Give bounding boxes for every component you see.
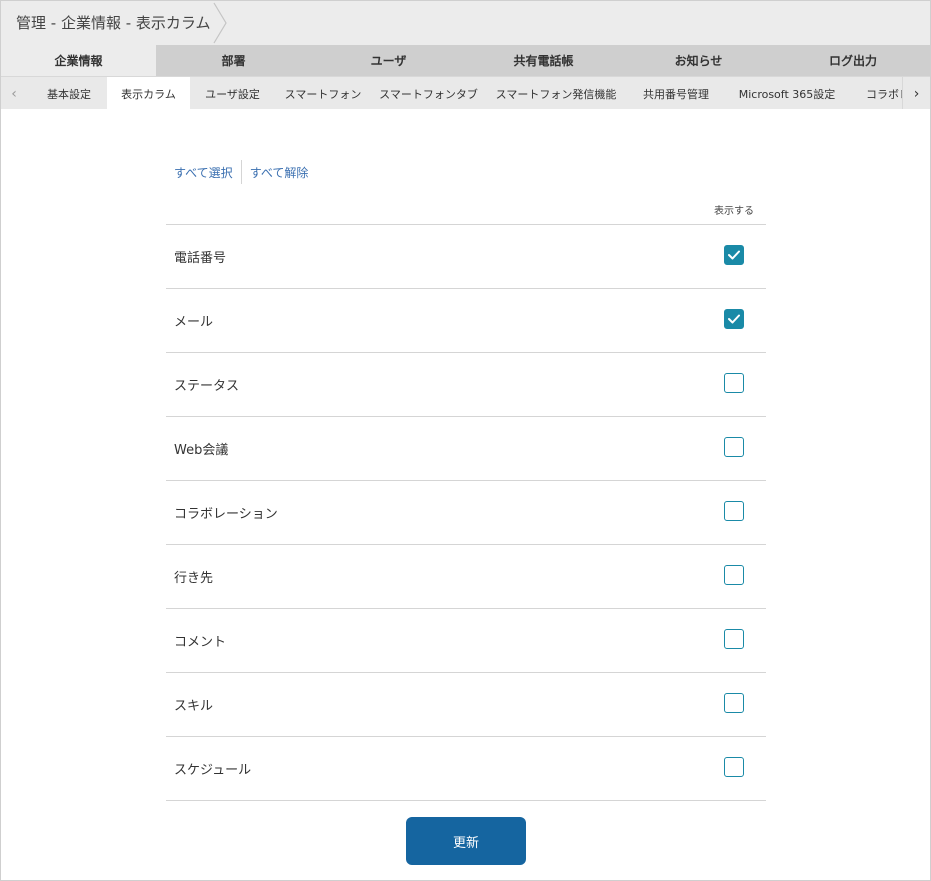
row-label: Web会議 (174, 443, 229, 458)
subtab-shared-number[interactable]: 共用番号管理 (626, 77, 726, 109)
row-label: コラボレーション (174, 507, 278, 522)
display-checkbox[interactable] (724, 629, 744, 649)
table-row: スキル (166, 673, 766, 737)
display-checkbox[interactable] (724, 245, 744, 265)
subtab-basic-settings[interactable]: 基本設定 (31, 77, 107, 109)
tab-notices[interactable]: お知らせ (621, 45, 776, 76)
column-header-display: 表示する (714, 206, 754, 217)
table-row: コメント (166, 609, 766, 673)
tab-label: ユーザ (370, 54, 407, 68)
scroll-right-icon[interactable]: › (902, 77, 930, 109)
row-label: 行き先 (174, 571, 214, 586)
divider (240, 160, 242, 184)
sub-tabs: ‹ 基本設定 表示カラム ユーザ設定 スマートフォン スマートフォンタブ スマー… (1, 76, 930, 109)
tab-log-output[interactable]: ログ出力 (776, 45, 930, 76)
deselect-all-link[interactable]: すべて解除 (250, 164, 309, 181)
row-label: ステータス (174, 379, 240, 394)
row-label: コメント (174, 635, 227, 650)
tab-department[interactable]: 部署 (156, 45, 311, 76)
table-row: コラボレーション (166, 481, 766, 545)
display-checkbox[interactable] (724, 309, 744, 329)
subtab-display-columns[interactable]: 表示カラム (107, 77, 190, 109)
checkmark-icon (728, 314, 740, 324)
selection-links: すべて選択 すべて解除 (174, 160, 308, 184)
row-label: スケジュール (174, 763, 252, 778)
tab-label: 共有電話帳 (513, 54, 574, 68)
display-checkbox[interactable] (724, 501, 744, 521)
table-row: 行き先 (166, 545, 766, 609)
row-label: 電話番号 (174, 251, 227, 266)
app-frame: 管理 - 企業情報 - 表示カラム 企業情報 部署 ユーザ 共有電話帳 お知らせ… (0, 0, 931, 881)
display-checkbox[interactable] (724, 373, 744, 393)
breadcrumb: 管理 - 企業情報 - 表示カラム (16, 14, 211, 32)
table-row: 電話番号 (166, 225, 766, 289)
subtab-user-settings[interactable]: ユーザ設定 (190, 77, 275, 109)
display-checkbox[interactable] (724, 693, 744, 713)
subtab-smartphone-tab[interactable]: スマートフォンタブ (371, 77, 486, 109)
breadcrumb-bar: 管理 - 企業情報 - 表示カラム (1, 1, 930, 45)
column-table: 電話番号メールステータス Web会議コラボレーション 行き先コメントスキルスケジュー… (166, 224, 766, 801)
tab-label: お知らせ (674, 54, 723, 68)
row-label: メール (174, 315, 214, 330)
tab-shared-phonebook[interactable]: 共有電話帳 (466, 45, 621, 76)
checkmark-icon (728, 250, 740, 260)
tab-label: ログ出力 (828, 54, 877, 68)
table-row: Web会議 (166, 417, 766, 481)
subtab-microsoft-365[interactable]: Microsoft 365設定 (726, 77, 848, 109)
subtab-smartphone-call[interactable]: スマートフォン発信機能 (486, 77, 626, 109)
main-tabs: 企業情報 部署 ユーザ 共有電話帳 お知らせ ログ出力 (1, 45, 930, 76)
tab-label: 企業情報 (54, 54, 103, 68)
breadcrumb-chevron-icon (213, 2, 227, 44)
update-button[interactable]: 更新 (406, 817, 526, 865)
row-label: スキル (174, 699, 214, 714)
table-row: メール (166, 289, 766, 353)
scroll-left-icon[interactable]: ‹ (1, 77, 27, 109)
subtab-smartphone[interactable]: スマートフォン (275, 77, 371, 109)
display-checkbox[interactable] (724, 757, 744, 777)
tab-label: 部署 (221, 54, 246, 68)
display-checkbox[interactable] (724, 565, 744, 585)
table-row: スケジュール (166, 737, 766, 801)
table-row: ステータス (166, 353, 766, 417)
tab-user[interactable]: ユーザ (311, 45, 466, 76)
display-checkbox[interactable] (724, 437, 744, 457)
select-all-link[interactable]: すべて選択 (174, 164, 233, 181)
tab-company-info[interactable]: 企業情報 (1, 45, 156, 76)
